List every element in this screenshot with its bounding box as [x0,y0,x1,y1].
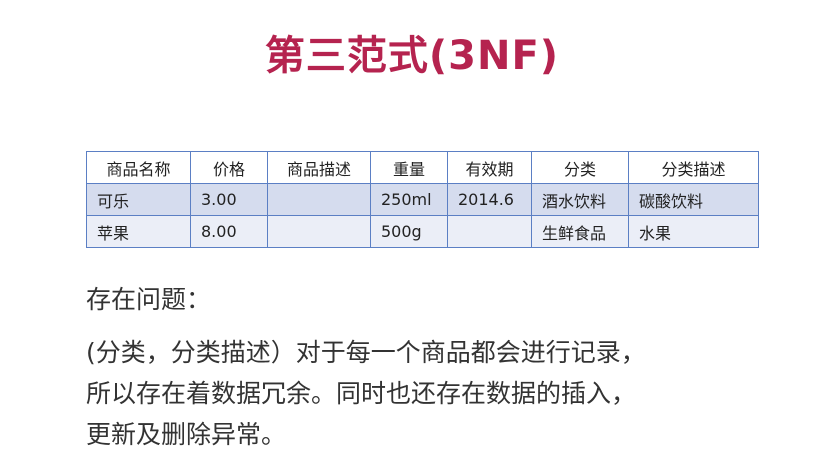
issues-line: (分类，分类描述）对于每一个商品都会进行记录， [86,338,646,367]
table-header-row: 商品名称 价格 商品描述 重量 有效期 分类 分类描述 [86,151,759,184]
header-cell: 价格 [190,151,268,184]
table-cell [267,183,371,216]
table-cell: 苹果 [86,215,191,248]
table-cell: 2014.6 [447,183,532,216]
issues-body: (分类，分类描述）对于每一个商品都会进行记录， 所以存在着数据冗余。同时也还存在… [86,332,776,455]
table-cell: 3.00 [190,183,268,216]
table-cell: 酒水饮料 [531,183,629,216]
table-cell [447,215,532,248]
issues-line: 所以存在着数据冗余。同时也还存在数据的插入， [86,379,637,408]
issues-line: 更新及删除异常。 [86,420,287,449]
table-cell: 8.00 [190,215,268,248]
header-cell: 商品描述 [267,151,371,184]
header-cell: 重量 [370,151,448,184]
product-table: 商品名称 价格 商品描述 重量 有效期 分类 分类描述 可乐 3.00 250m… [86,151,759,248]
issues-heading: 存在问题： [86,285,212,314]
table-cell [267,215,371,248]
table-cell: 水果 [628,215,759,248]
header-cell: 有效期 [447,151,532,184]
table-cell: 500g [370,215,448,248]
header-cell: 商品名称 [86,151,191,184]
header-cell: 分类描述 [628,151,759,184]
table-cell: 可乐 [86,183,191,216]
table-cell: 250ml [370,183,448,216]
header-cell: 分类 [531,151,629,184]
table-row: 可乐 3.00 250ml 2014.6 酒水饮料 碳酸饮料 [86,183,759,216]
slide-title: 第三范式(3NF) [264,33,560,79]
table-row: 苹果 8.00 500g 生鲜食品 水果 [86,215,759,248]
table-cell: 碳酸饮料 [628,183,759,216]
table-cell: 生鲜食品 [531,215,629,248]
